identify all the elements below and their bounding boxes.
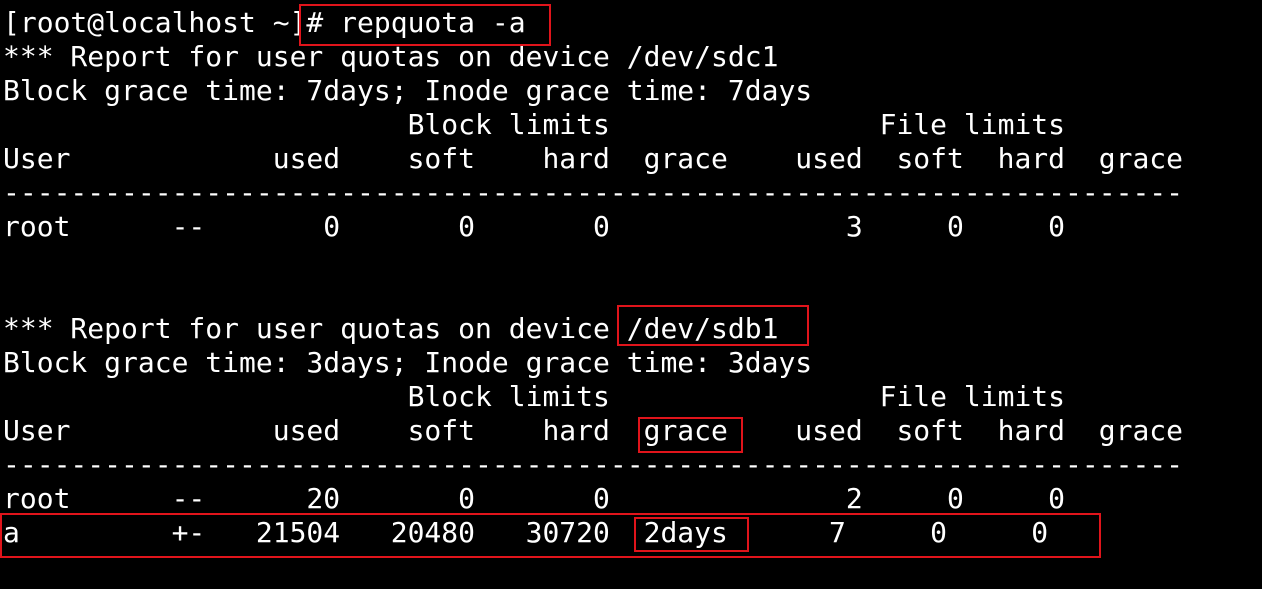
terminal-output: [root@localhost ~]# repquota -a *** Repor… — [3, 6, 1183, 550]
table-row-root-sdc1: root -- 0 0 0 3 0 0 — [3, 210, 1066, 243]
table-row-root-sdb1: root -- 20 0 0 2 0 0 — [3, 482, 1066, 515]
report-header-sdb1: *** Report for user quotas on device /de… — [3, 312, 779, 345]
table-row-user-a-sdb1: a +- 21504 20480 30720 2days 7 0 0 — [3, 516, 1049, 549]
column-header-sdc1: User used soft hard grace used soft hard… — [3, 142, 1184, 175]
separator-sdc1: ----------------------------------------… — [3, 176, 1184, 209]
command-prompt-line: [root@localhost ~]# repquota -a — [3, 6, 526, 39]
separator-sdb1: ----------------------------------------… — [3, 448, 1184, 481]
limits-header-sdb1: Block limits File limits — [3, 380, 1066, 413]
grace-time-line-sdc1: Block grace time: 7days; Inode grace tim… — [3, 74, 813, 107]
column-header-sdb1: User used soft hard grace used soft hard… — [3, 414, 1184, 447]
limits-header-sdc1: Block limits File limits — [3, 108, 1066, 141]
grace-time-line-sdb1: Block grace time: 3days; Inode grace tim… — [3, 346, 813, 379]
report-header-sdc1: *** Report for user quotas on device /de… — [3, 40, 779, 73]
terminal-window[interactable]: { "terminal": { "background": "#000000",… — [0, 0, 1262, 589]
